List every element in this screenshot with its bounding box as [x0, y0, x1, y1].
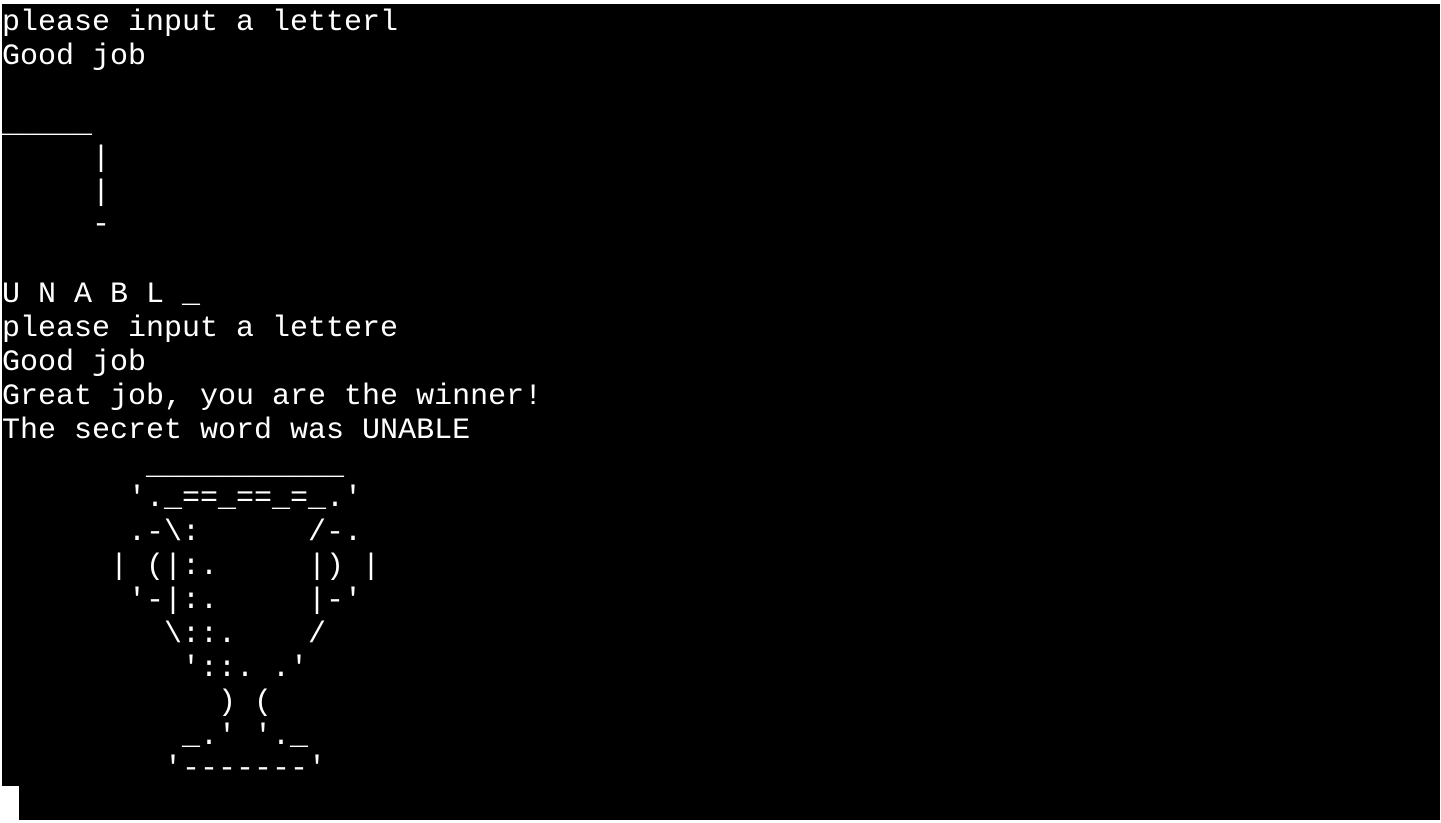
- trophy-line: ___________: [2, 450, 345, 484]
- trophy-line: | (|:. |) |: [2, 550, 381, 584]
- terminal-window[interactable]: please input a letterl Good job _____ | …: [2, 4, 1440, 820]
- trophy-line: _.' '._: [2, 720, 309, 754]
- trophy-line: '-------': [2, 752, 327, 786]
- trophy-line: ) (: [2, 686, 273, 720]
- text-cursor: [2, 786, 19, 820]
- trophy-art: ___________ '._==_==_=_.' .-\: /-. | (|:…: [2, 4, 1440, 820]
- trophy-line: \::. /: [2, 618, 327, 652]
- trophy-line: .-\: /-.: [2, 516, 363, 550]
- trophy-line: '._==_==_=_.': [2, 482, 363, 516]
- trophy-line: '::. .': [2, 652, 309, 686]
- trophy-line: '-|:. |-': [2, 584, 363, 618]
